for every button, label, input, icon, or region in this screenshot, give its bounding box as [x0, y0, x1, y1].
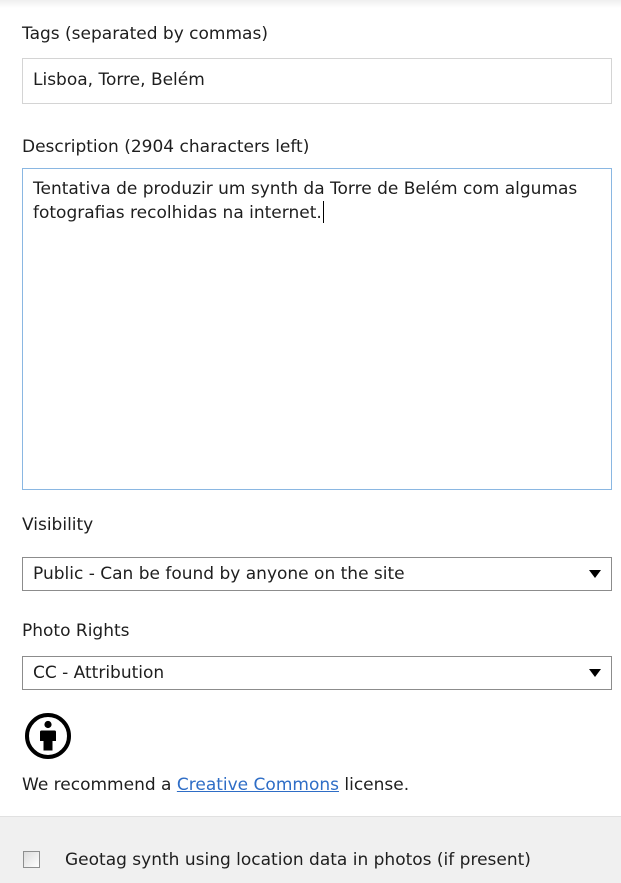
license-recommendation: We recommend a Creative Commons license.	[22, 774, 409, 796]
footer-bar: Geotag synth using location data in phot…	[0, 816, 621, 883]
geotag-checkbox-label[interactable]: Geotag synth using location data in phot…	[65, 849, 531, 871]
dropdown-arrow-icon	[589, 669, 601, 677]
description-text: Tentativa de produzir um synth da Torre …	[33, 179, 578, 223]
top-shadow	[0, 0, 621, 8]
photo-rights-selected-value: CC - Attribution	[33, 663, 165, 683]
photo-rights-label: Photo Rights	[22, 621, 130, 641]
text-caret	[322, 201, 324, 223]
synth-details-panel: Tags (separated by commas) Lisboa, Torre…	[0, 0, 621, 883]
visibility-label: Visibility	[22, 515, 94, 535]
recommend-prefix: We recommend a	[22, 775, 177, 795]
tags-label: Tags (separated by commas)	[22, 24, 268, 44]
creative-commons-link[interactable]: Creative Commons	[177, 775, 339, 795]
visibility-dropdown[interactable]: Public - Can be found by anyone on the s…	[22, 557, 612, 591]
photo-rights-dropdown[interactable]: CC - Attribution	[22, 656, 612, 690]
description-textarea[interactable]: Tentativa de produzir um synth da Torre …	[22, 168, 612, 490]
description-label: Description (2904 characters left)	[22, 137, 310, 157]
tags-input[interactable]: Lisboa, Torre, Belém	[22, 58, 612, 104]
geotag-checkbox[interactable]	[23, 851, 40, 868]
recommend-suffix: license.	[338, 775, 410, 795]
dropdown-arrow-icon	[589, 570, 601, 578]
visibility-selected-value: Public - Can be found by anyone on the s…	[33, 564, 405, 584]
cc-attribution-icon	[25, 713, 71, 759]
